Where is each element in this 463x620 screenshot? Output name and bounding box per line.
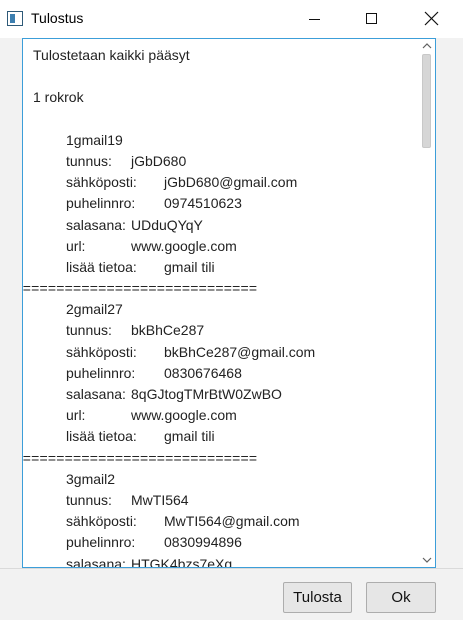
password-label: salasana:: [66, 555, 126, 568]
output-header: Tulostetaan kaikki pääsyt: [33, 47, 190, 63]
entry-url-line: url: www.google.com: [66, 236, 417, 257]
entry-name: 3gmail2: [66, 470, 116, 487]
maximize-icon: [366, 13, 377, 24]
title-bar[interactable]: Tulostus: [0, 0, 463, 38]
entry-email-line: sähköposti: jGbD680@gmail.com: [66, 172, 417, 193]
info-label: lisää tietoa:: [66, 258, 137, 275]
entry-info-line: lisää tietoa: gmail tili: [66, 257, 417, 278]
window-app-icon: [7, 11, 23, 26]
entry-name: 1gmail19: [66, 131, 123, 148]
info-value: gmail tili: [164, 428, 215, 445]
print-button[interactable]: Tulosta: [283, 582, 352, 613]
username-value: bkBhCe287: [131, 322, 205, 339]
close-button[interactable]: [408, 0, 454, 38]
phone-value: 0974510623: [164, 195, 242, 212]
group-name: 1 rokrok: [33, 89, 84, 106]
email-value: bkBhCe287@gmail.com: [164, 343, 316, 360]
info-value: gmail tili: [164, 258, 215, 275]
entry-password-line: salasana: 8qGJtogTMrBtW0ZwBO: [66, 384, 417, 405]
window-title: Tulostus: [31, 10, 84, 26]
username-label: tunnus:: [66, 322, 112, 339]
scrollbar-thumb[interactable]: [422, 54, 431, 148]
phone-label: puhelinnro:: [66, 195, 136, 212]
username-label: tunnus:: [66, 152, 112, 169]
url-label: url:: [66, 237, 86, 254]
entry-name: 2gmail27: [66, 301, 123, 318]
chevron-down-icon[interactable]: [422, 556, 432, 564]
entry-info-line: lisää tietoa: gmail tili: [66, 426, 417, 447]
password-value: 8qGJtogTMrBtW0ZwBO: [131, 386, 282, 402]
minimize-icon: [309, 19, 320, 20]
entry-username-line: tunnus: MwTI564: [66, 490, 417, 511]
separator-line: ==============================: [22, 449, 258, 466]
close-icon: [424, 11, 439, 26]
password-value: HTGK4bzs7eXq: [131, 555, 233, 568]
minimize-button[interactable]: [291, 0, 337, 38]
email-value: MwTI564@gmail.com: [164, 513, 300, 530]
separator-line: ==============================: [22, 280, 258, 297]
url-value: www.google.com: [131, 237, 237, 254]
entry-email-line: sähköposti: MwTI564@gmail.com: [66, 511, 417, 532]
password-label: salasana:: [66, 216, 126, 233]
entry-phone-line: puhelinnro: 0830676468: [66, 363, 417, 384]
password-value: UDduQYqY: [131, 216, 203, 233]
entry-password-line: salasana: UDduQYqY: [66, 215, 417, 236]
email-value: jGbD680@gmail.com: [164, 174, 298, 191]
entry-username-line: tunnus: bkBhCe287: [66, 320, 417, 341]
phone-value: 0830676468: [164, 364, 242, 381]
username-value: MwTI564: [131, 491, 189, 508]
url-label: url:: [66, 407, 86, 424]
output-text-area[interactable]: Tulostetaan kaikki pääsyt 1 rokrok 1gmai…: [22, 38, 436, 568]
email-label: sähköposti:: [66, 343, 137, 360]
entry-password-line: salasana: HTGK4bzs7eXq: [66, 554, 417, 568]
phone-label: puhelinnro:: [66, 534, 136, 551]
password-label: salasana:: [66, 386, 126, 402]
maximize-button[interactable]: [349, 0, 395, 38]
email-label: sähköposti:: [66, 174, 137, 191]
username-label: tunnus:: [66, 491, 112, 508]
ok-button[interactable]: Ok: [366, 582, 436, 613]
username-value: jGbD680: [131, 152, 187, 169]
entry-phone-line: puhelinnro: 0830994896: [66, 532, 417, 553]
entry-username-line: tunnus: jGbD680: [66, 151, 417, 172]
button-bar: Tulosta Ok: [0, 568, 463, 620]
phone-value: 0830994896: [164, 534, 242, 551]
output-text: Tulostetaan kaikki pääsyt 1 rokrok 1gmai…: [23, 45, 417, 568]
entry-email-line: sähköposti: bkBhCe287@gmail.com: [66, 342, 417, 363]
chevron-up-icon[interactable]: [422, 42, 432, 50]
entry-url-line: url: www.google.com: [66, 405, 417, 426]
url-value: www.google.com: [131, 407, 237, 424]
phone-label: puhelinnro:: [66, 364, 136, 381]
email-label: sähköposti:: [66, 513, 137, 530]
info-label: lisää tietoa:: [66, 428, 137, 445]
entry-phone-line: puhelinnro: 0974510623: [66, 193, 417, 214]
vertical-scrollbar[interactable]: [419, 39, 435, 567]
